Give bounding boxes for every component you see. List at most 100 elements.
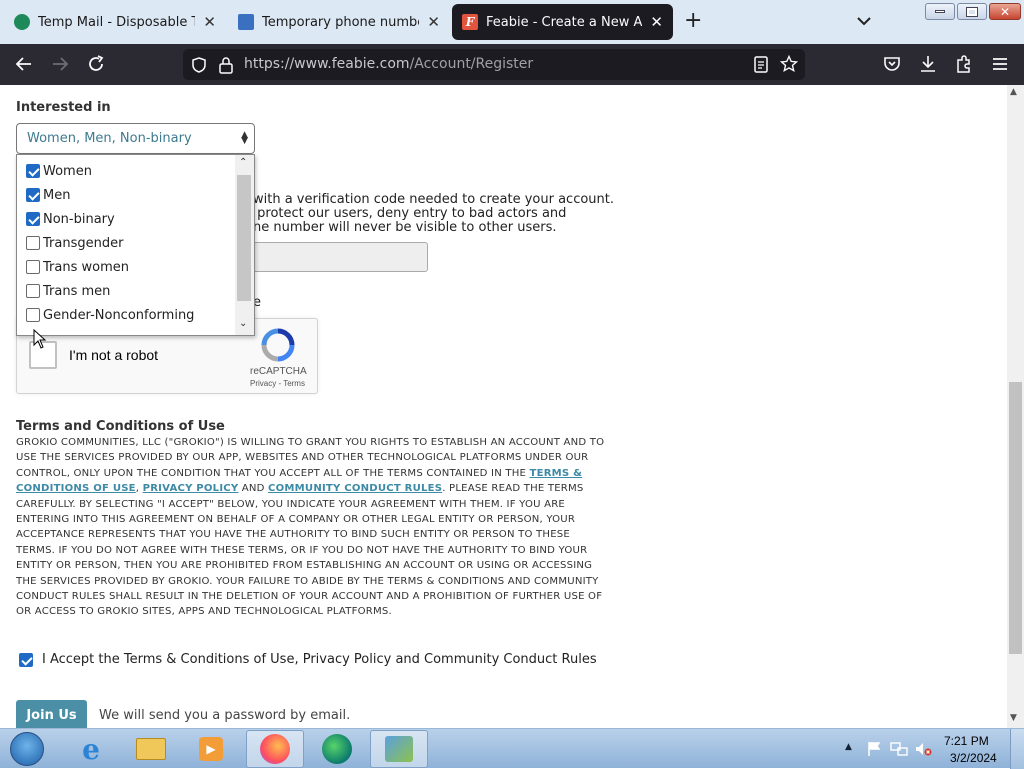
recaptcha-brand: reCAPTCHA <box>250 366 307 377</box>
mail-icon <box>238 14 254 30</box>
terms-text: , <box>135 483 143 495</box>
option-non-binary[interactable]: Non-binary <box>17 207 235 231</box>
option-men[interactable]: Men <box>17 183 235 207</box>
accept-terms-label[interactable]: I Accept the Terms & Conditions of Use, … <box>42 652 597 667</box>
nav-toolbar: https://www.feabie.com/Account/Register <box>0 44 1024 85</box>
forward-icon[interactable] <box>50 54 70 74</box>
terms-text: . PLEASE READ THE TERMS CAREFULLY. BY SE… <box>16 483 603 618</box>
network-icon[interactable] <box>890 741 908 757</box>
firefox-icon[interactable] <box>246 730 304 768</box>
chevron-down-icon[interactable] <box>855 12 873 30</box>
verify-line: protect our users, deny entry to bad act… <box>253 206 567 221</box>
download-icon[interactable] <box>918 54 938 74</box>
bookmark-star-icon[interactable] <box>780 55 798 73</box>
option-label: Trans women <box>43 259 129 275</box>
join-us-button[interactable]: Join Us <box>16 700 87 728</box>
option-label: Transgender <box>43 235 124 251</box>
option-label: Men <box>43 187 71 203</box>
url-host: https://www.feabie.com <box>244 56 410 72</box>
show-desktop-button[interactable] <box>1010 729 1024 769</box>
accept-terms-checkbox[interactable] <box>19 652 33 667</box>
feabie-icon: F <box>462 14 478 30</box>
page-scroll-thumb[interactable] <box>1009 382 1022 654</box>
control-panel-icon[interactable] <box>370 730 428 768</box>
mouse-cursor-icon <box>33 329 47 349</box>
option-checkbox[interactable] <box>26 212 40 226</box>
option-checkbox[interactable] <box>26 188 40 202</box>
option-transgender[interactable]: Transgender <box>17 231 235 255</box>
minimize-button[interactable] <box>925 3 955 20</box>
start-orb[interactable] <box>2 730 52 768</box>
option-label: Non-binary <box>43 211 115 227</box>
window-close-button[interactable]: ✕ <box>989 3 1021 20</box>
tab-label: Temp Mail - Disposable Tempo <box>38 14 195 30</box>
close-icon[interactable]: ✕ <box>650 13 663 31</box>
chevron-down-icon[interactable]: ⌄ <box>239 318 247 329</box>
tab-label: Feabie - Create a New Account <box>486 14 643 30</box>
option-trans-women[interactable]: Trans women <box>17 255 235 279</box>
verify-line: ne number will never be visible to other… <box>253 220 557 235</box>
clock-date[interactable]: 3/2/2024 <box>950 751 997 765</box>
accept-terms-row[interactable]: I Accept the Terms & Conditions of Use, … <box>19 652 597 667</box>
terms-text: GROKIO COMMUNITIES, LLC ("GROKIO") IS WI… <box>16 437 605 479</box>
volume-muted-icon[interactable] <box>914 741 932 757</box>
page-content: Interested in Women, Men, Non-binary ▲ ▼ … <box>0 85 1007 728</box>
phone-number-input[interactable] <box>253 242 428 272</box>
option-checkbox[interactable] <box>26 164 40 178</box>
taskbar: e ▶ ▲ 7:21 PM 3/2/2024 <box>0 728 1024 769</box>
terms-body: GROKIO COMMUNITIES, LLC ("GROKIO") IS WI… <box>16 435 606 620</box>
chevron-up-icon[interactable]: ▲ <box>845 742 852 752</box>
file-explorer-icon[interactable] <box>122 730 180 768</box>
select-value: Women, Men, Non-binary <box>27 131 192 146</box>
option-gender-nonconforming[interactable]: Gender-Nonconforming <box>17 303 235 327</box>
lock-icon[interactable] <box>218 56 234 74</box>
restore-button[interactable] <box>957 3 987 20</box>
close-icon[interactable]: ✕ <box>203 13 216 31</box>
tab-strip: Temp Mail - Disposable Tempo ✕ Temporary… <box>0 0 1024 44</box>
option-label: Trans men <box>43 283 111 299</box>
option-women[interactable]: Women <box>17 159 235 183</box>
menu-icon[interactable] <box>990 54 1010 74</box>
tab-label: Temporary phone number | Rec <box>262 14 419 30</box>
new-tab-button[interactable]: + <box>684 10 702 32</box>
terms-text: AND <box>238 483 269 495</box>
option-checkbox[interactable] <box>26 260 40 274</box>
privacy-policy-link[interactable]: PRIVACY POLICY <box>143 483 239 494</box>
page-scrollbar[interactable]: ▲ ▼ <box>1007 85 1024 728</box>
url-text: https://www.feabie.com/Account/Register <box>244 56 533 72</box>
chevron-down-icon[interactable]: ▼ <box>1010 713 1017 723</box>
interested-in-dropdown: Women Men Non-binary Transgender Trans w… <box>16 154 255 336</box>
community-conduct-rules-link[interactable]: COMMUNITY CONDUCT RULES <box>268 483 442 494</box>
dropdown-scrollbar[interactable]: ⌃ ⌄ <box>235 155 254 335</box>
back-icon[interactable] <box>14 54 34 74</box>
option-checkbox[interactable] <box>26 284 40 298</box>
dropdown-scroll-thumb[interactable] <box>237 175 251 301</box>
tab-feabie[interactable]: F Feabie - Create a New Account ✕ <box>452 4 673 40</box>
recaptcha-links[interactable]: Privacy - Terms <box>250 379 305 388</box>
chevron-up-icon[interactable]: ▲ <box>1010 87 1017 97</box>
clock-time[interactable]: 7:21 PM <box>944 734 989 748</box>
edge-icon[interactable] <box>308 730 366 768</box>
reload-icon[interactable] <box>86 54 106 74</box>
verification-text: with a verification code needed to creat… <box>253 193 614 235</box>
select-arrows-icon: ▲ ▼ <box>241 130 248 146</box>
tab-temp-phone[interactable]: Temporary phone number | Rec ✕ <box>228 4 450 40</box>
pocket-icon[interactable] <box>882 54 902 74</box>
url-path: /Account/Register <box>409 56 534 72</box>
extensions-icon[interactable] <box>954 54 974 74</box>
close-icon[interactable]: ✕ <box>427 13 440 31</box>
tab-temp-mail[interactable]: Temp Mail - Disposable Tempo ✕ <box>4 4 226 40</box>
reader-view-icon[interactable] <box>753 56 769 73</box>
shield-icon[interactable] <box>190 56 208 74</box>
option-checkbox[interactable] <box>26 236 40 250</box>
interested-in-select[interactable]: Women, Men, Non-binary ▲ ▼ <box>16 123 255 154</box>
url-bar[interactable]: https://www.feabie.com/Account/Register <box>183 49 805 80</box>
internet-explorer-icon[interactable]: e <box>62 730 120 768</box>
option-trans-men[interactable]: Trans men <box>17 279 235 303</box>
chevron-up-icon[interactable]: ⌃ <box>239 157 247 168</box>
interested-in-label: Interested in <box>16 100 111 115</box>
media-player-icon[interactable]: ▶ <box>182 730 240 768</box>
flag-icon[interactable] <box>866 741 882 757</box>
option-checkbox[interactable] <box>26 308 40 322</box>
verify-line: with a verification code needed to creat… <box>253 192 615 207</box>
